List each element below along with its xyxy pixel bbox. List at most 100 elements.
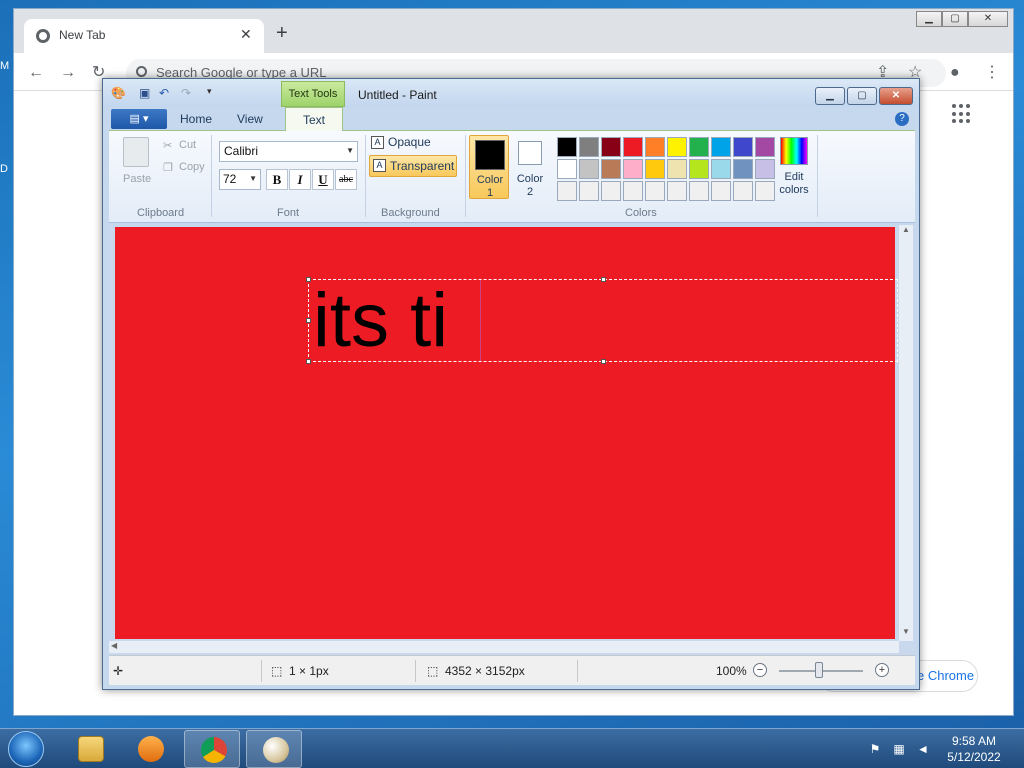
tab-view[interactable]: View xyxy=(237,112,263,126)
palette-swatch[interactable] xyxy=(667,159,687,179)
palette-swatch[interactable] xyxy=(579,181,599,201)
palette-swatch[interactable] xyxy=(667,181,687,201)
tab-new-tab[interactable]: New Tab ✕ xyxy=(24,19,264,53)
palette-swatch[interactable] xyxy=(645,181,665,201)
text-box-selection[interactable]: its ti xyxy=(306,277,898,364)
zoom-in-button[interactable]: + xyxy=(875,663,889,677)
palette-swatch[interactable] xyxy=(557,159,577,179)
italic-button[interactable]: I xyxy=(289,169,311,190)
forward-icon[interactable]: → xyxy=(60,65,76,81)
taskbar-chrome[interactable] xyxy=(184,730,240,768)
chrome-favicon-icon xyxy=(36,29,50,43)
palette-swatch[interactable] xyxy=(579,137,599,157)
scroll-down-icon[interactable]: ▼ xyxy=(902,627,910,636)
paint-maximize-button[interactable]: ▢ xyxy=(847,87,877,105)
palette-swatch[interactable] xyxy=(623,159,643,179)
color1-button[interactable]: Color 1 xyxy=(469,135,509,199)
palette-swatch[interactable] xyxy=(667,137,687,157)
palette-swatch[interactable] xyxy=(755,181,775,201)
palette-swatch[interactable] xyxy=(711,137,731,157)
drawing-canvas[interactable]: its ti xyxy=(115,227,898,639)
scroll-left-icon[interactable]: ◀ xyxy=(111,641,117,650)
palette-swatch[interactable] xyxy=(601,137,621,157)
font-family-select[interactable]: Calibri ▼ xyxy=(219,141,358,162)
tab-home[interactable]: Home xyxy=(180,112,212,126)
edit-colors-icon[interactable] xyxy=(780,137,808,165)
palette-swatch[interactable] xyxy=(645,159,665,179)
paint-menu-button[interactable]: ▤ ▾ xyxy=(111,109,167,129)
start-button[interactable] xyxy=(8,731,44,767)
color2-button[interactable] xyxy=(518,141,542,165)
help-icon[interactable]: ? xyxy=(895,112,909,126)
opaque-option[interactable]: A Opaque xyxy=(371,135,431,150)
taskbar-paint[interactable] xyxy=(246,730,302,768)
resize-handle[interactable] xyxy=(306,318,311,323)
palette-swatch[interactable] xyxy=(579,159,599,179)
text-box[interactable]: its ti xyxy=(309,278,481,363)
new-tab-button[interactable]: + xyxy=(276,23,288,43)
qat-customize-icon[interactable]: ▾ xyxy=(207,86,212,97)
zoom-out-button[interactable]: − xyxy=(753,663,767,677)
chrome-menu-icon[interactable]: ⋮ xyxy=(984,65,1000,81)
cut-button[interactable]: Cut xyxy=(179,139,196,151)
clock-time[interactable]: 9:58 AM xyxy=(946,734,1002,748)
taskbar-explorer[interactable] xyxy=(62,730,118,768)
horizontal-scrollbar[interactable]: ◀ xyxy=(109,641,899,653)
edit-colors-label-2[interactable]: colors xyxy=(774,184,814,197)
palette-swatch[interactable] xyxy=(601,159,621,179)
palette-swatch[interactable] xyxy=(711,159,731,179)
palette-swatch[interactable] xyxy=(689,137,709,157)
bold-button[interactable]: B xyxy=(266,169,288,190)
palette-swatch[interactable] xyxy=(689,159,709,179)
resize-handle[interactable] xyxy=(601,359,606,364)
tab-text[interactable]: Text xyxy=(285,107,343,132)
google-apps-icon[interactable] xyxy=(952,104,972,124)
scroll-up-icon[interactable]: ▲ xyxy=(902,225,910,234)
profile-icon[interactable]: ● xyxy=(950,65,960,81)
palette-swatch[interactable] xyxy=(755,159,775,179)
back-icon[interactable]: ← xyxy=(28,65,44,81)
zoom-level: 100% xyxy=(716,664,747,678)
palette-swatch[interactable] xyxy=(755,137,775,157)
palette-swatch[interactable] xyxy=(733,137,753,157)
redo-icon[interactable]: ↷ xyxy=(181,86,191,100)
transparent-option[interactable]: A Transparent xyxy=(369,155,457,177)
volume-icon[interactable]: ◄ xyxy=(916,742,930,756)
paste-icon[interactable] xyxy=(123,137,149,167)
paste-button[interactable]: Paste xyxy=(123,173,151,185)
edit-colors-label[interactable]: Edit xyxy=(774,171,814,184)
palette-swatch[interactable] xyxy=(689,181,709,201)
paint-app-icon[interactable]: 🎨 xyxy=(111,86,126,100)
resize-handle[interactable] xyxy=(601,277,606,282)
font-size-select[interactable]: 72 ▼ xyxy=(219,169,261,190)
strikethrough-button[interactable]: abc xyxy=(335,169,357,190)
zoom-slider-thumb[interactable] xyxy=(815,662,823,678)
save-icon[interactable]: ▣ xyxy=(139,86,150,100)
palette-swatch[interactable] xyxy=(557,181,577,201)
network-icon[interactable]: ▦ xyxy=(892,742,906,756)
clock-date[interactable]: 5/12/2022 xyxy=(946,750,1002,764)
palette-swatch[interactable] xyxy=(645,137,665,157)
vertical-scrollbar[interactable]: ▲ ▼ xyxy=(899,225,913,641)
palette-swatch[interactable] xyxy=(557,137,577,157)
action-center-icon[interactable]: ⚑ xyxy=(868,742,882,756)
underline-button[interactable]: U xyxy=(312,169,334,190)
resize-handle[interactable] xyxy=(306,359,311,364)
copy-button[interactable]: Copy xyxy=(179,161,205,173)
palette-swatch[interactable] xyxy=(733,181,753,201)
chrome-close-button[interactable]: ✕ xyxy=(968,11,1008,27)
resize-handle[interactable] xyxy=(306,277,311,282)
close-tab-icon[interactable]: ✕ xyxy=(240,26,252,43)
palette-swatch[interactable] xyxy=(733,159,753,179)
palette-swatch[interactable] xyxy=(601,181,621,201)
paint-close-button[interactable]: ✕ xyxy=(879,87,913,105)
taskbar-media-player[interactable] xyxy=(122,730,178,768)
chrome-maximize-button[interactable]: ▢ xyxy=(942,11,968,27)
palette-swatch[interactable] xyxy=(623,181,643,201)
palette-swatch[interactable] xyxy=(623,137,643,157)
undo-icon[interactable]: ↶ xyxy=(159,86,169,100)
chrome-minimize-button[interactable]: ▁ xyxy=(916,11,942,27)
palette-swatch[interactable] xyxy=(711,181,731,201)
paint-minimize-button[interactable]: ▁ xyxy=(815,87,845,105)
paint-icon xyxy=(263,737,289,763)
